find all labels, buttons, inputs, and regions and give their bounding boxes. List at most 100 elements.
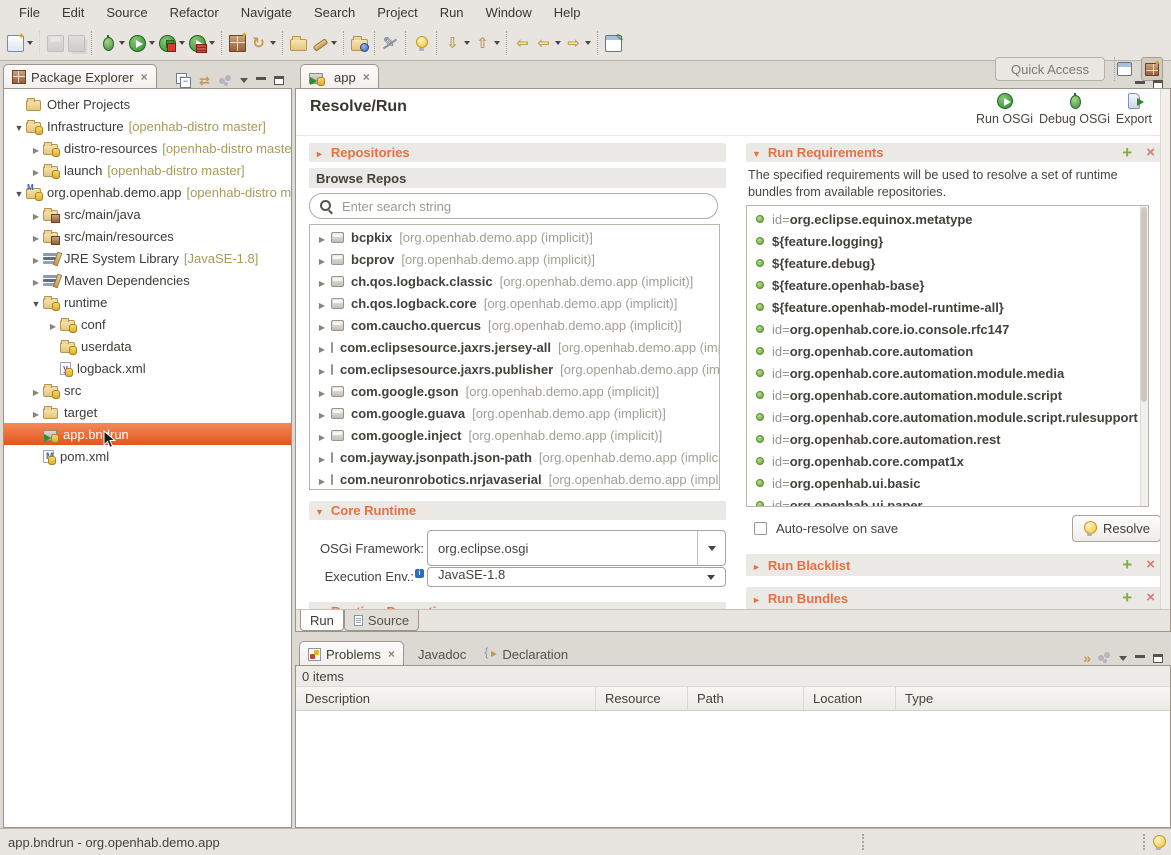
task-bulb-button[interactable] [405, 31, 432, 55]
repo-list-item[interactable]: com.jayway.jsonpath.json-path [org.openh… [310, 446, 719, 468]
tree-item[interactable]: pom.xml [4, 445, 291, 467]
tree-item[interactable]: Infrastructure [openhab-distro master] [4, 115, 291, 137]
resolve-button[interactable]: Resolve [1072, 515, 1161, 542]
dropdown-caret-icon[interactable] [464, 41, 470, 45]
repo-list-item[interactable]: ch.qos.logback.classic [org.openhab.demo… [310, 270, 719, 292]
requirement-item[interactable]: id= org.openhab.core.automation.module.s… [747, 406, 1148, 428]
tree-item[interactable]: Maven Dependencies [4, 269, 291, 291]
requirement-item[interactable]: id= org.openhab.core.automation.module.m… [747, 362, 1148, 384]
expand-arrow-icon[interactable] [315, 340, 329, 355]
dropdown-caret-icon[interactable] [585, 41, 591, 45]
repo-list-item[interactable]: com.google.guava [org.openhab.demo.app (… [310, 402, 719, 424]
scrollbar-thumb[interactable] [1141, 207, 1147, 402]
repo-list-item[interactable]: ch.qos.logback.core [org.openhab.demo.ap… [310, 292, 719, 314]
column-header[interactable]: Type [896, 687, 1170, 710]
link-with-editor-icon[interactable]: ⇄ [199, 72, 210, 89]
expand-arrow-icon[interactable] [315, 230, 329, 245]
close-icon[interactable]: × [388, 647, 395, 661]
editor-page-tab[interactable]: Source [344, 610, 419, 631]
tree-item[interactable]: JRE System Library [JavaSE-1.8] [4, 247, 291, 269]
dropdown-caret-icon[interactable] [149, 41, 155, 45]
dropdown-caret-icon[interactable] [119, 41, 125, 45]
minimize-icon[interactable] [1135, 655, 1145, 658]
tree-item[interactable]: src/main/java [4, 203, 291, 225]
close-icon[interactable]: × [363, 70, 370, 84]
dropdown-caret-icon[interactable] [209, 41, 215, 45]
menu-item[interactable]: Navigate [230, 0, 303, 26]
drag-handle[interactable] [862, 834, 866, 850]
expand-arrow-icon[interactable] [29, 229, 43, 244]
expand-arrow-icon[interactable] [12, 185, 26, 200]
tree-item[interactable]: target [4, 401, 291, 423]
add-requirement-icon[interactable]: + [1122, 146, 1132, 160]
editor-page-tab[interactable]: Run [300, 610, 344, 631]
section-run-bundles[interactable]: Run Bundles + × [746, 587, 1161, 609]
dropdown-caret-icon[interactable] [555, 41, 561, 45]
repo-list-item[interactable]: com.eclipsesource.jaxrs.publisher [org.o… [310, 358, 719, 380]
editor-action-button[interactable]: Export [1116, 93, 1152, 126]
tree-item[interactable]: app.bndrun [4, 423, 291, 445]
editor-action-button[interactable]: Run OSGi [976, 93, 1033, 126]
requirement-item[interactable]: id= org.eclipse.equinox.metatype [747, 208, 1148, 230]
save-button[interactable] [39, 31, 66, 55]
auto-resolve-checkbox[interactable] [754, 522, 767, 535]
requirement-item[interactable]: id= org.openhab.core.automation [747, 340, 1148, 362]
requirement-item[interactable]: id= org.openhab.core.automation.rest [747, 428, 1148, 450]
repo-list-item[interactable]: bcpkix [org.openhab.demo.app (implicit)] [310, 226, 719, 248]
section-repositories[interactable]: Repositories [309, 143, 726, 162]
expand-arrow-icon[interactable] [29, 163, 43, 178]
menu-item[interactable]: Project [366, 0, 428, 26]
repo-list-item[interactable]: com.caucho.quercus [org.openhab.demo.app… [310, 314, 719, 336]
expand-arrow-icon[interactable] [315, 274, 329, 289]
menu-item[interactable]: Help [543, 0, 592, 26]
menu-item[interactable]: Source [95, 0, 158, 26]
bottom-panel-tab[interactable]: Problems × [299, 641, 404, 666]
column-header[interactable]: Description [296, 687, 596, 710]
repo-list-item[interactable]: com.google.inject [org.openhab.demo.app … [310, 424, 719, 446]
tab-app-editor[interactable]: app × [300, 64, 379, 89]
brush-button[interactable] [309, 31, 339, 55]
tree-item[interactable]: src/main/resources [4, 225, 291, 247]
mark-occurrences-button[interactable] [374, 31, 401, 55]
menu-item[interactable]: File [8, 0, 51, 26]
editor-action-button[interactable]: Debug OSGi [1039, 93, 1110, 126]
dropdown-caret-icon[interactable] [494, 41, 500, 45]
osgi-framework-select[interactable]: org.eclipse.osgi [427, 530, 726, 566]
scrollbar[interactable] [1140, 206, 1148, 506]
editor-scrollbar[interactable] [1160, 89, 1170, 609]
section-collapsed-icon[interactable] [315, 145, 324, 160]
drag-handle[interactable] [1143, 834, 1147, 850]
maximize-icon[interactable] [1153, 654, 1163, 663]
prev-annotation-button[interactable]: ⇧ [472, 31, 502, 55]
next-annotation-button[interactable]: ⇩ [436, 31, 472, 55]
requirement-item[interactable]: id= org.openhab.ui.basic [747, 472, 1148, 494]
requirement-item[interactable]: ${feature.openhab-model-runtime-all} [747, 296, 1148, 318]
last-edit-location-button[interactable]: ⇦ [506, 31, 533, 55]
requirement-item[interactable]: id= org.openhab.core.automation.module.s… [747, 384, 1148, 406]
run-external-button[interactable] [187, 31, 217, 55]
expand-arrow-icon[interactable] [29, 207, 43, 222]
add-blacklist-icon[interactable]: + [1122, 558, 1132, 572]
requirement-item[interactable]: ${feature.debug} [747, 252, 1148, 274]
view-menu-icon[interactable] [1119, 656, 1127, 661]
tree-item[interactable]: distro-resources [openhab-distro master] [4, 137, 291, 159]
collapse-all-icon[interactable] [176, 73, 191, 88]
repo-list-item[interactable]: com.eclipsesource.jaxrs.jersey-all [org.… [310, 336, 719, 358]
menu-item[interactable]: Run [429, 0, 475, 26]
new-wizard-button[interactable] [5, 31, 35, 55]
dropdown-caret-icon[interactable] [331, 41, 337, 45]
section-run-requirements[interactable]: Run Requirements + × [746, 143, 1161, 162]
expand-arrow-icon[interactable] [315, 384, 329, 399]
expand-arrow-icon[interactable] [29, 251, 43, 266]
dropdown-caret-icon[interactable] [270, 41, 276, 45]
expand-arrow-icon[interactable] [29, 273, 43, 288]
expand-arrow-icon[interactable] [315, 406, 329, 421]
repo-list-item[interactable]: com.google.gson [org.openhab.demo.app (i… [310, 380, 719, 402]
filter-icon[interactable]: » [1083, 650, 1089, 666]
tree-item[interactable]: org.openhab.demo.app [openhab-distro mas… [4, 181, 291, 203]
remove-bundle-icon[interactable]: × [1146, 591, 1155, 605]
refresh-button[interactable]: ↻ [248, 31, 278, 55]
chevron-down-icon[interactable] [697, 531, 725, 565]
chevron-down-icon[interactable] [697, 568, 725, 586]
repo-list[interactable]: bcpkix [org.openhab.demo.app (implicit)]… [309, 224, 720, 490]
